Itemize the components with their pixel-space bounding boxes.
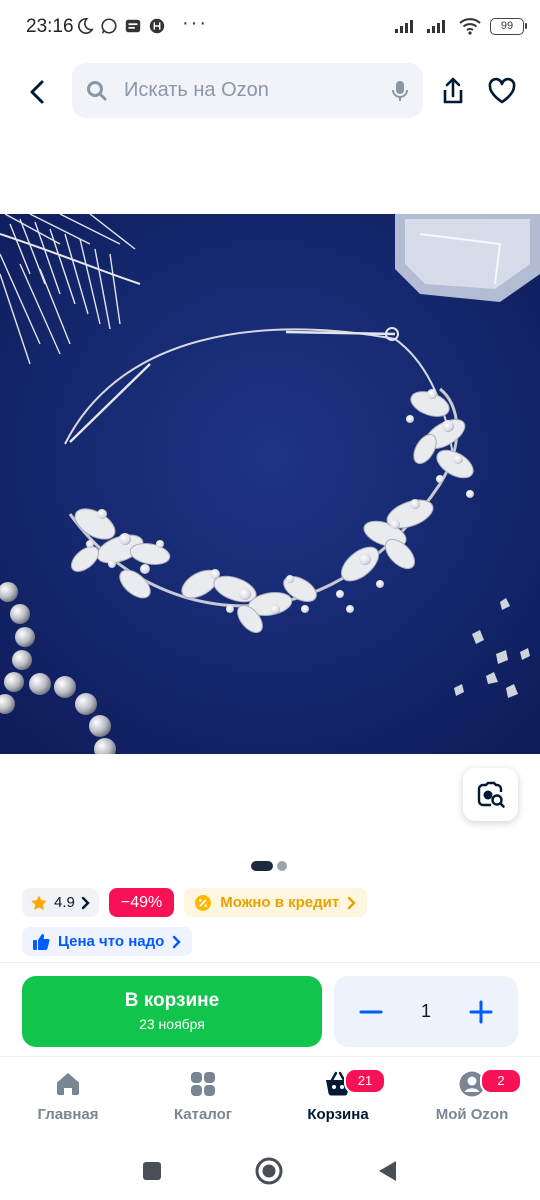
home-icon: [57, 1073, 79, 1095]
back-arrow-icon: [30, 80, 44, 104]
badge-row: 4.9 −49% Можно в кредит: [22, 888, 368, 917]
increase-button[interactable]: [464, 995, 498, 1029]
hair-vine-photo: [0, 214, 540, 754]
search-input[interactable]: Искать на Ozon: [124, 79, 391, 102]
app-icon: [149, 18, 165, 34]
battery-indicator: 99: [490, 17, 527, 35]
credit-label: Можно в кредит: [220, 894, 340, 911]
image-pager: [251, 861, 287, 871]
cart-count-badge: 21: [344, 1068, 386, 1094]
credit-badge[interactable]: Можно в кредит: [184, 888, 368, 917]
favorite-button[interactable]: [484, 72, 520, 110]
bottom-navigation: Главная Каталог 21 Корзина 2 Мой Ozon: [0, 1060, 540, 1140]
divider: [0, 962, 540, 963]
star-icon: [31, 894, 47, 910]
discount-badge: −49%: [108, 888, 175, 917]
home-system-button[interactable]: [254, 1156, 284, 1186]
quantity-stepper: 1: [334, 976, 518, 1047]
rating-badge[interactable]: 4.9: [22, 888, 99, 917]
minus-icon: [359, 1010, 383, 1013]
moon-icon: [78, 17, 94, 34]
recents-button[interactable]: [137, 1156, 167, 1186]
nav-item-home[interactable]: Главная: [8, 1070, 128, 1123]
rating-value: 4.9: [54, 894, 75, 911]
more-notifications: ···: [182, 12, 208, 34]
microphone-icon[interactable]: [391, 79, 409, 103]
status-bar: 23:16 ··· 99: [0, 0, 540, 56]
status-time: 23:16: [26, 16, 74, 37]
divider: [0, 1056, 540, 1057]
nav-label: Главная: [37, 1106, 99, 1123]
plus-icon: [469, 1000, 493, 1023]
pager-dot[interactable]: [277, 861, 287, 871]
visual-search-button[interactable]: [463, 768, 518, 821]
message-icon: [125, 19, 141, 33]
nav-item-cart[interactable]: 21 Корзина: [278, 1068, 398, 1123]
nav-item-catalog[interactable]: Каталог: [143, 1070, 263, 1123]
pager-dot-active[interactable]: [251, 861, 273, 871]
chevron-right-icon: [173, 935, 182, 948]
price-badge-label: Цена что надо: [58, 933, 165, 950]
delivery-date: 23 ноября: [139, 1016, 205, 1032]
notification-icons: [76, 17, 166, 35]
heart-icon: [488, 77, 516, 104]
percent-coin-icon: [195, 894, 212, 911]
system-navigation-bar: [0, 1140, 540, 1200]
in-cart-button[interactable]: В корзине 23 ноября: [22, 976, 322, 1047]
chevron-right-icon: [81, 896, 90, 909]
search-bar[interactable]: Искать на Ozon: [72, 63, 423, 118]
nav-label: Мой Ozon: [435, 1106, 509, 1123]
decrease-button[interactable]: [354, 995, 388, 1029]
product-image[interactable]: [0, 214, 540, 754]
back-button[interactable]: [18, 72, 58, 112]
nav-item-profile[interactable]: 2 Мой Ozon: [412, 1068, 532, 1123]
nav-label: Корзина: [307, 1106, 369, 1123]
signal-icon-2: [427, 20, 445, 33]
search-icon: [87, 80, 107, 100]
circle-icon: [255, 1157, 283, 1185]
wifi-icon: [459, 18, 481, 35]
product-page: 23:16 ··· 99 Искать на Ozon 4.9 −49% Мож…: [0, 0, 540, 1200]
share-button[interactable]: [436, 72, 470, 110]
square-icon: [143, 1162, 161, 1180]
back-system-button[interactable]: [372, 1156, 402, 1186]
triangle-back-icon: [379, 1161, 396, 1181]
profile-notification-badge: 2: [480, 1068, 522, 1094]
grid-icon: [191, 1072, 215, 1096]
share-icon: [443, 77, 463, 104]
signal-icon: [395, 20, 413, 33]
chevron-right-icon: [348, 896, 356, 909]
cart-button-label: В корзине: [124, 990, 220, 1011]
nav-label: Каталог: [173, 1106, 233, 1123]
whatsapp-icon: [101, 18, 117, 34]
quantity-value: 1: [420, 1001, 431, 1021]
price-badge[interactable]: Цена что надо: [22, 927, 193, 956]
thumbs-up-icon: [33, 933, 50, 950]
system-indicators: 99: [394, 17, 527, 35]
visual-search-icon: [477, 781, 505, 808]
